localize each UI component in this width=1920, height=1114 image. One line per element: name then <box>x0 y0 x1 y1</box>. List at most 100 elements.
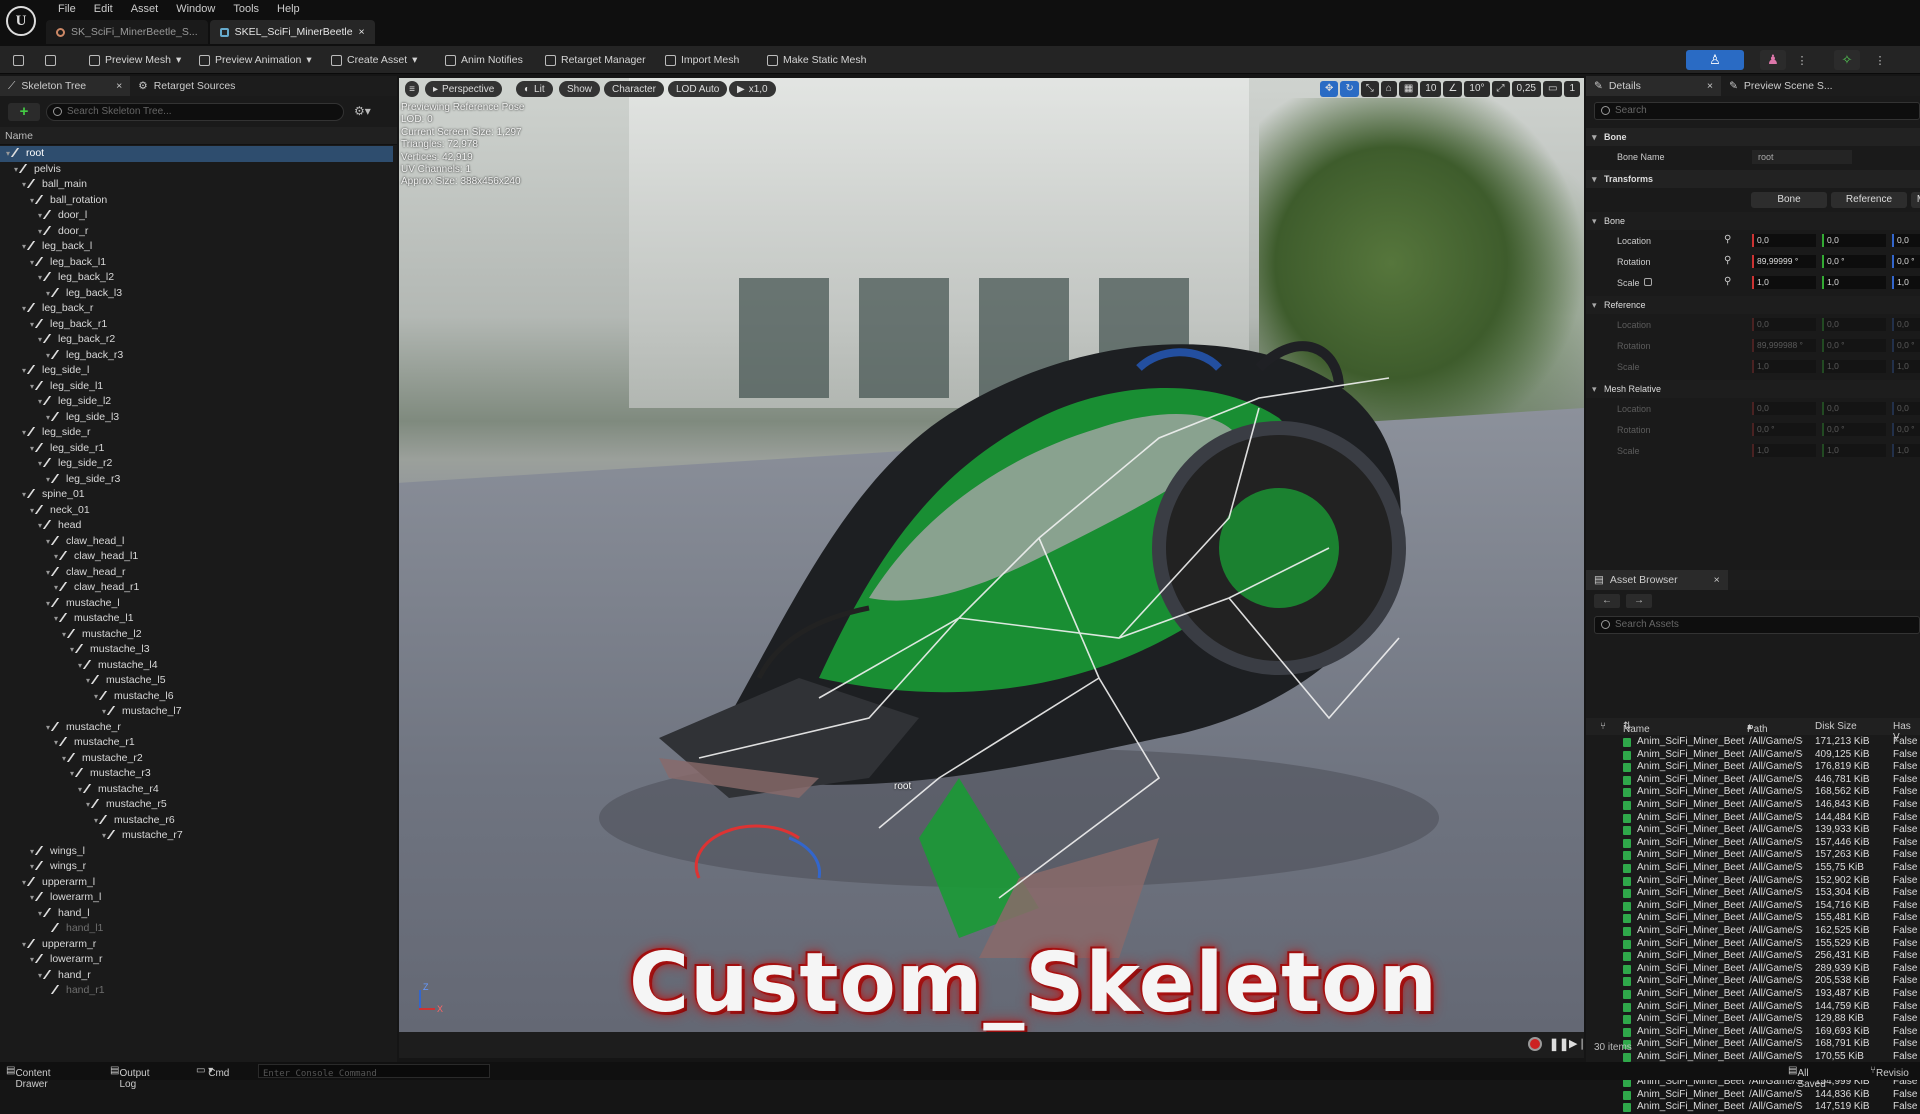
scale-z[interactable]: 1,0 <box>1892 276 1920 289</box>
tree-row-leg-side-l2[interactable]: ▾ leg_side_l2 <box>0 394 393 410</box>
scale-snap-value[interactable]: 0,25 <box>1511 81 1541 97</box>
subsection-bone[interactable]: Bone <box>1586 212 1920 230</box>
tree-row-spine-01[interactable]: ▾ spine_01 <box>0 487 393 503</box>
menu-help[interactable]: Help <box>268 2 309 16</box>
tree-row-leg-side-l1[interactable]: ▾ leg_side_l1 <box>0 379 393 395</box>
translate-mode-button[interactable]: ✥ <box>1320 81 1339 97</box>
menu-window[interactable]: Window <box>167 2 224 16</box>
viewport[interactable]: ≡ ▸ Perspective ◐ Lit Show Character LOD A… <box>399 78 1584 1032</box>
tree-row-mustache-l3[interactable]: ▾ mustache_l3 <box>0 642 393 658</box>
tree-row-wings-r[interactable]: ▾ wings_r <box>0 859 393 875</box>
surface-snap-button[interactable]: ⌂ <box>1380 81 1397 97</box>
all-saved-button[interactable]: ▤ All Saved <box>1788 1065 1826 1090</box>
tree-row-upperarm-l[interactable]: ▾ upperarm_l <box>0 875 393 891</box>
camera-speed-value[interactable]: 1 <box>1564 81 1580 97</box>
tree-row-leg-back-l2[interactable]: ▾ leg_back_l2 <box>0 270 393 286</box>
asset-row[interactable]: Anim_SciFi_Miner_Beet/All/Game/Sc 155,529… <box>1586 938 1920 951</box>
tree-row-pelvis[interactable]: ▾ pelvis <box>0 162 393 178</box>
close-icon[interactable]: × <box>359 26 365 38</box>
tree-row-hand-r[interactable]: ▾ hand_r <box>0 968 393 984</box>
tree-row-leg-side-r1[interactable]: ▾ leg_side_r1 <box>0 441 393 457</box>
location-z[interactable]: 0,0 <box>1892 234 1920 247</box>
tree-row-claw-head-r1[interactable]: ▾ claw_head_r1 <box>0 580 393 596</box>
toggle-bone[interactable]: Bone <box>1751 192 1827 208</box>
asset-row[interactable]: Anim_SciFi_Miner_Beet/All/Game/Sc 147,519… <box>1586 1101 1920 1114</box>
perspective-button[interactable]: ▸ Perspective <box>425 81 503 97</box>
asset-row[interactable]: Anim_SciFi_Miner_Beet/All/Game/Sc 256,431… <box>1586 950 1920 963</box>
tree-row-mustache-r3[interactable]: ▾ mustache_r3 <box>0 766 393 782</box>
step-forward-button[interactable]: ▶❘ <box>1569 1037 1587 1050</box>
tree-row-lowerarm-r[interactable]: ▾ lowerarm_r <box>0 952 393 968</box>
tree-row-leg-back-l3[interactable]: ▾ leg_back_l3 <box>0 286 393 302</box>
output-log-button[interactable]: ▤ Output Log <box>110 1065 149 1090</box>
tree-row-hand-r1[interactable]: hand_r1 <box>0 983 393 999</box>
more-options-icon[interactable]: ⋮ <box>1872 50 1888 70</box>
pause-button[interactable]: ❚❚ <box>1549 1037 1569 1051</box>
tab-details[interactable]: ✎ Details × <box>1586 76 1722 96</box>
toggle-mesh-relative[interactable]: M <box>1911 192 1920 208</box>
rotation-z[interactable]: 0,0 ° <box>1892 255 1920 268</box>
show-button[interactable]: Show <box>559 81 601 97</box>
toggle-reference[interactable]: Reference <box>1831 192 1907 208</box>
asset-row[interactable]: Anim_SciFi_Miner_Beet/All/Game/Sc 205,538… <box>1586 975 1920 988</box>
asset-row[interactable]: Anim_SciFi_Miner_Beet/All/Game/Sc 176,819… <box>1586 761 1920 774</box>
import-mesh-button[interactable]: Import Mesh <box>660 51 744 69</box>
asset-row[interactable]: Anim_SciFi_Miner_Beet/All/Game/Sc 168,791… <box>1586 1038 1920 1051</box>
tree-row-leg-side-r[interactable]: ▾ leg_side_r <box>0 425 393 441</box>
tree-row-mustache-r7[interactable]: ▾ mustache_r7 <box>0 828 393 844</box>
scale-snap-icon[interactable]: ⤢ <box>1491 81 1510 97</box>
close-icon[interactable]: × <box>1714 574 1720 586</box>
back-arrow-icon[interactable]: ← <box>1594 594 1620 608</box>
unreal-logo-icon[interactable]: U <box>6 6 36 36</box>
tree-row-head[interactable]: ▾ head <box>0 518 393 534</box>
section-transforms[interactable]: Transforms <box>1586 170 1920 188</box>
tree-row-wings-l[interactable]: ▾ wings_l <box>0 844 393 860</box>
grid-snap-icon[interactable]: ▦ <box>1398 81 1419 97</box>
tree-row-leg-back-r3[interactable]: ▾ leg_back_r3 <box>0 348 393 364</box>
tree-row-mustache-l7[interactable]: ▾ mustache_l7 <box>0 704 393 720</box>
tree-row-mustache-r1[interactable]: ▾ mustache_r1 <box>0 735 393 751</box>
asset-row[interactable]: Anim_SciFi_Miner_Beet/All/Game/Sc 144,836… <box>1586 1089 1920 1102</box>
tree-row-leg-back-l[interactable]: ▾ leg_back_l <box>0 239 393 255</box>
skeleton-mode-button[interactable]: ♙ <box>1686 50 1744 70</box>
menu-file[interactable]: File <box>49 2 85 16</box>
tree-row-mustache-l2[interactable]: ▾ mustache_l2 <box>0 627 393 643</box>
location-x[interactable]: 0,0 <box>1752 234 1816 247</box>
lod-button[interactable]: LOD Auto <box>668 81 728 97</box>
asset-row[interactable]: Anim_SciFi_Miner_Beet/All/Game/Sc 168,562… <box>1586 786 1920 799</box>
tree-row-hand-l1[interactable]: hand_l1 <box>0 921 393 937</box>
asset-row[interactable]: Anim_SciFi_Miner_Beet/All/Game/Sc 153,304… <box>1586 887 1920 900</box>
asset-row[interactable]: Anim_SciFi_Miner_Beet/All/Game/Sc 146,843… <box>1586 799 1920 812</box>
asset-row[interactable]: Anim_SciFi_Miner_Beet/All/Game/Sc 152,902… <box>1586 875 1920 888</box>
asset-row[interactable]: Anim_SciFi_Miner_Beet/All/Game/Sc 155,481… <box>1586 912 1920 925</box>
close-icon[interactable]: × <box>1707 80 1713 92</box>
record-button[interactable] <box>1528 1037 1542 1051</box>
tab-preview-scene-settings[interactable]: ✎ Preview Scene S... <box>1721 76 1841 96</box>
preview-animation-button[interactable]: Preview Animation ▾ <box>194 51 317 69</box>
tree-row-leg-side-l3[interactable]: ▾ leg_side_l3 <box>0 410 393 426</box>
save-button[interactable] <box>8 51 29 69</box>
tree-row-leg-back-r2[interactable]: ▾ leg_back_r2 <box>0 332 393 348</box>
scale-mode-button[interactable]: ⤡ <box>1360 81 1379 97</box>
tree-row-leg-side-r3[interactable]: ▾ leg_side_r3 <box>0 472 393 488</box>
tree-row-leg-side-l[interactable]: ▾ leg_side_l <box>0 363 393 379</box>
details-search-input[interactable]: Search <box>1594 102 1920 120</box>
column-disk-size[interactable]: Disk Size <box>1815 721 1857 732</box>
asset-row[interactable]: Anim_SciFi_Miner_Beet/All/Game/Sc 154,716… <box>1586 900 1920 913</box>
asset-row[interactable]: Anim_SciFi_Miner_Beet/All/Game/Sc 157,446… <box>1586 837 1920 850</box>
asset-row[interactable]: Anim_SciFi_Miner_Beet/All/Game/Sc 162,525… <box>1586 925 1920 938</box>
search-skeleton-tree-input[interactable]: Search Skeleton Tree... <box>46 103 344 121</box>
menu-asset[interactable]: Asset <box>122 2 168 16</box>
subsection-mesh-relative[interactable]: Mesh Relative <box>1586 380 1920 398</box>
tree-row-claw-head-l[interactable]: ▾ claw_head_l <box>0 534 393 550</box>
tree-row-ball-rotation[interactable]: ▾ ball_rotation <box>0 193 393 209</box>
preview-mesh-button[interactable]: Preview Mesh ▾ <box>84 51 186 69</box>
scale-y[interactable]: 1,0 <box>1822 276 1886 289</box>
tree-row-leg-back-l1[interactable]: ▾ leg_back_l1 <box>0 255 393 271</box>
reset-icon[interactable]: ⚲ <box>1724 276 1731 287</box>
viewport-menu-button[interactable]: ≡ <box>405 81 419 97</box>
make-static-mesh-button[interactable]: Make Static Mesh <box>762 51 871 69</box>
tree-row-leg-side-r2[interactable]: ▾ leg_side_r2 <box>0 456 393 472</box>
tab-asset-browser[interactable]: ▤ Asset Browser × <box>1586 570 1728 590</box>
doc-tab-skeleton[interactable]: SKEL_SciFi_MinerBeetle × <box>209 20 375 44</box>
